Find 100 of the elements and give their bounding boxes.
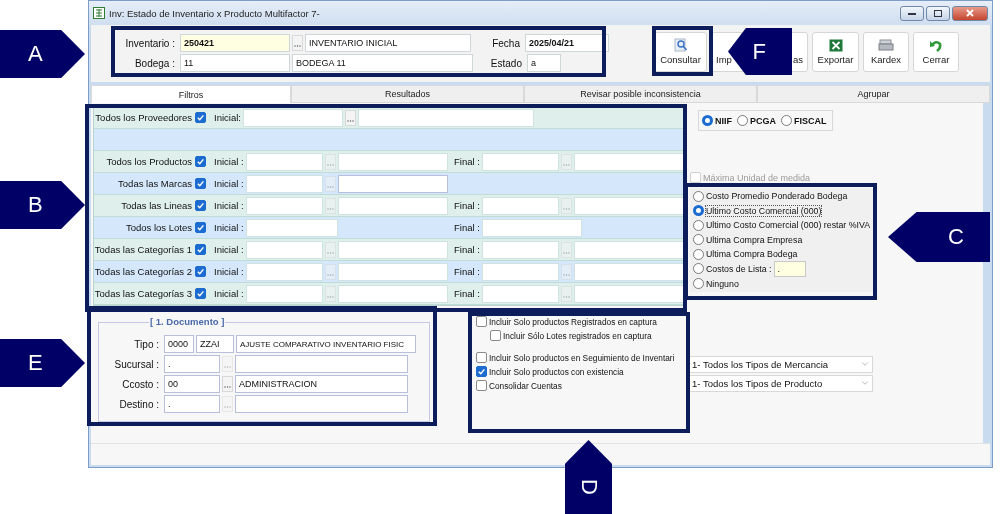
input-field[interactable] — [235, 355, 408, 373]
lookup-button[interactable] — [560, 153, 572, 170]
minimize-button[interactable] — [900, 5, 924, 21]
lookup-button[interactable] — [560, 263, 572, 280]
checkbox[interactable] — [195, 288, 206, 299]
checkbox[interactable] — [195, 178, 206, 189]
input-field[interactable] — [573, 152, 685, 171]
tab[interactable]: Resultados — [291, 85, 524, 103]
input-field[interactable] — [337, 262, 448, 281]
lookup-button[interactable] — [324, 175, 336, 192]
option-label: Ultima Compra Empresa — [706, 234, 803, 245]
input-field[interactable]: . — [773, 260, 806, 277]
close-button[interactable] — [952, 5, 988, 21]
input-field[interactable] — [481, 152, 559, 171]
input-field[interactable]: . — [164, 355, 220, 373]
maximize-button[interactable] — [926, 5, 950, 21]
input-field[interactable]: AJUSTE COMPARATIVO INVENTARIO FISIC — [236, 335, 416, 353]
toolbar-button[interactable]: Cerrar — [913, 32, 959, 72]
input-field[interactable] — [245, 196, 323, 215]
checkbox[interactable] — [195, 222, 206, 233]
checkbox[interactable] — [195, 244, 206, 255]
radio-button[interactable] — [781, 115, 792, 126]
radio-button[interactable] — [693, 248, 704, 260]
lookup-button[interactable] — [292, 35, 303, 51]
option-label: NIIF — [715, 115, 732, 126]
lookup-button[interactable] — [324, 197, 336, 214]
input-field[interactable] — [235, 395, 408, 413]
field-label: Inicial: — [214, 112, 241, 123]
toolbar-button[interactable]: Exportar — [812, 32, 859, 72]
input-field[interactable]: 00 — [164, 375, 220, 393]
field-label: Inicial : — [214, 156, 244, 167]
checkbox[interactable] — [195, 112, 206, 123]
input-field[interactable] — [481, 284, 559, 303]
tab[interactable]: Agrupar — [757, 85, 990, 103]
dropdown[interactable]: 1- Todos los Tipos de Mercancia — [689, 355, 873, 373]
field-label: Sucursal : — [113, 358, 160, 370]
input-field[interactable]: 2025/04/21 — [525, 34, 609, 52]
lookup-button[interactable] — [222, 376, 233, 392]
toolbar-button[interactable]: Kardex — [863, 32, 909, 72]
input-field[interactable]: 250421 — [180, 34, 290, 52]
input-field[interactable] — [573, 196, 685, 215]
input-field[interactable]: . — [164, 395, 220, 413]
checkbox[interactable] — [476, 352, 487, 363]
checkbox[interactable] — [195, 266, 206, 277]
lookup-button[interactable] — [324, 263, 336, 280]
input-field[interactable]: 0000 — [164, 335, 194, 353]
radio-button[interactable] — [693, 263, 704, 275]
toolbar-button[interactable]: Consultar — [654, 32, 707, 72]
input-field[interactable] — [481, 196, 559, 215]
input-field[interactable] — [337, 284, 448, 303]
checkbox[interactable] — [195, 200, 206, 211]
filter-label: Todos los Proveedores — [95, 112, 192, 123]
input-field[interactable] — [337, 196, 448, 215]
input-field[interactable] — [245, 262, 323, 281]
input-field[interactable]: INVENTARIO INICIAL — [305, 34, 471, 52]
tab[interactable]: Revisar posible inconsistencia — [524, 85, 757, 103]
lookup-button[interactable] — [324, 241, 336, 258]
input-field[interactable]: a — [527, 54, 561, 72]
lookup-button[interactable] — [560, 197, 572, 214]
input-field[interactable] — [573, 284, 685, 303]
input-field[interactable] — [245, 152, 323, 171]
input-field[interactable]: BODEGA 11 — [292, 54, 473, 72]
dropdown[interactable]: 1- Todos los Tipos de Producto — [689, 374, 873, 392]
input-field[interactable]: ZZAI — [196, 335, 234, 353]
lookup-button[interactable] — [324, 285, 336, 302]
input-field[interactable] — [245, 284, 323, 303]
tab[interactable]: Filtros — [91, 85, 291, 103]
lookup-button[interactable] — [324, 153, 336, 170]
radio-button[interactable] — [693, 190, 704, 202]
input-field[interactable] — [357, 108, 534, 127]
input-field[interactable]: 11 — [180, 54, 290, 72]
radio-button[interactable] — [693, 234, 704, 246]
lookup-button[interactable] — [560, 241, 572, 258]
radio-button[interactable] — [693, 205, 704, 217]
input-field[interactable] — [481, 218, 582, 237]
input-field[interactable] — [242, 108, 343, 127]
input-field[interactable] — [337, 240, 448, 259]
input-field[interactable] — [573, 262, 685, 281]
checkbox[interactable] — [476, 366, 487, 377]
input-field[interactable] — [481, 240, 559, 259]
input-field[interactable] — [245, 174, 323, 193]
input-field[interactable] — [245, 240, 323, 259]
option-label: Máxima Unidad de medida — [703, 172, 811, 183]
input-field[interactable] — [337, 174, 448, 193]
radio-button[interactable] — [693, 219, 704, 231]
checkbox[interactable] — [476, 380, 487, 391]
input-field[interactable] — [573, 240, 685, 259]
input-field[interactable] — [481, 262, 559, 281]
field-label: Inicial : — [214, 200, 244, 211]
radio-button[interactable] — [702, 115, 713, 126]
input-field[interactable]: ADMINISTRACION — [235, 375, 408, 393]
checkbox[interactable] — [490, 330, 501, 341]
input-field[interactable] — [245, 218, 338, 237]
input-field[interactable] — [337, 152, 448, 171]
checkbox[interactable] — [476, 316, 487, 327]
checkbox[interactable] — [195, 156, 206, 167]
radio-button[interactable] — [693, 278, 704, 290]
lookup-button[interactable] — [560, 285, 572, 302]
lookup-button[interactable] — [344, 109, 356, 126]
radio-button[interactable] — [737, 115, 748, 126]
